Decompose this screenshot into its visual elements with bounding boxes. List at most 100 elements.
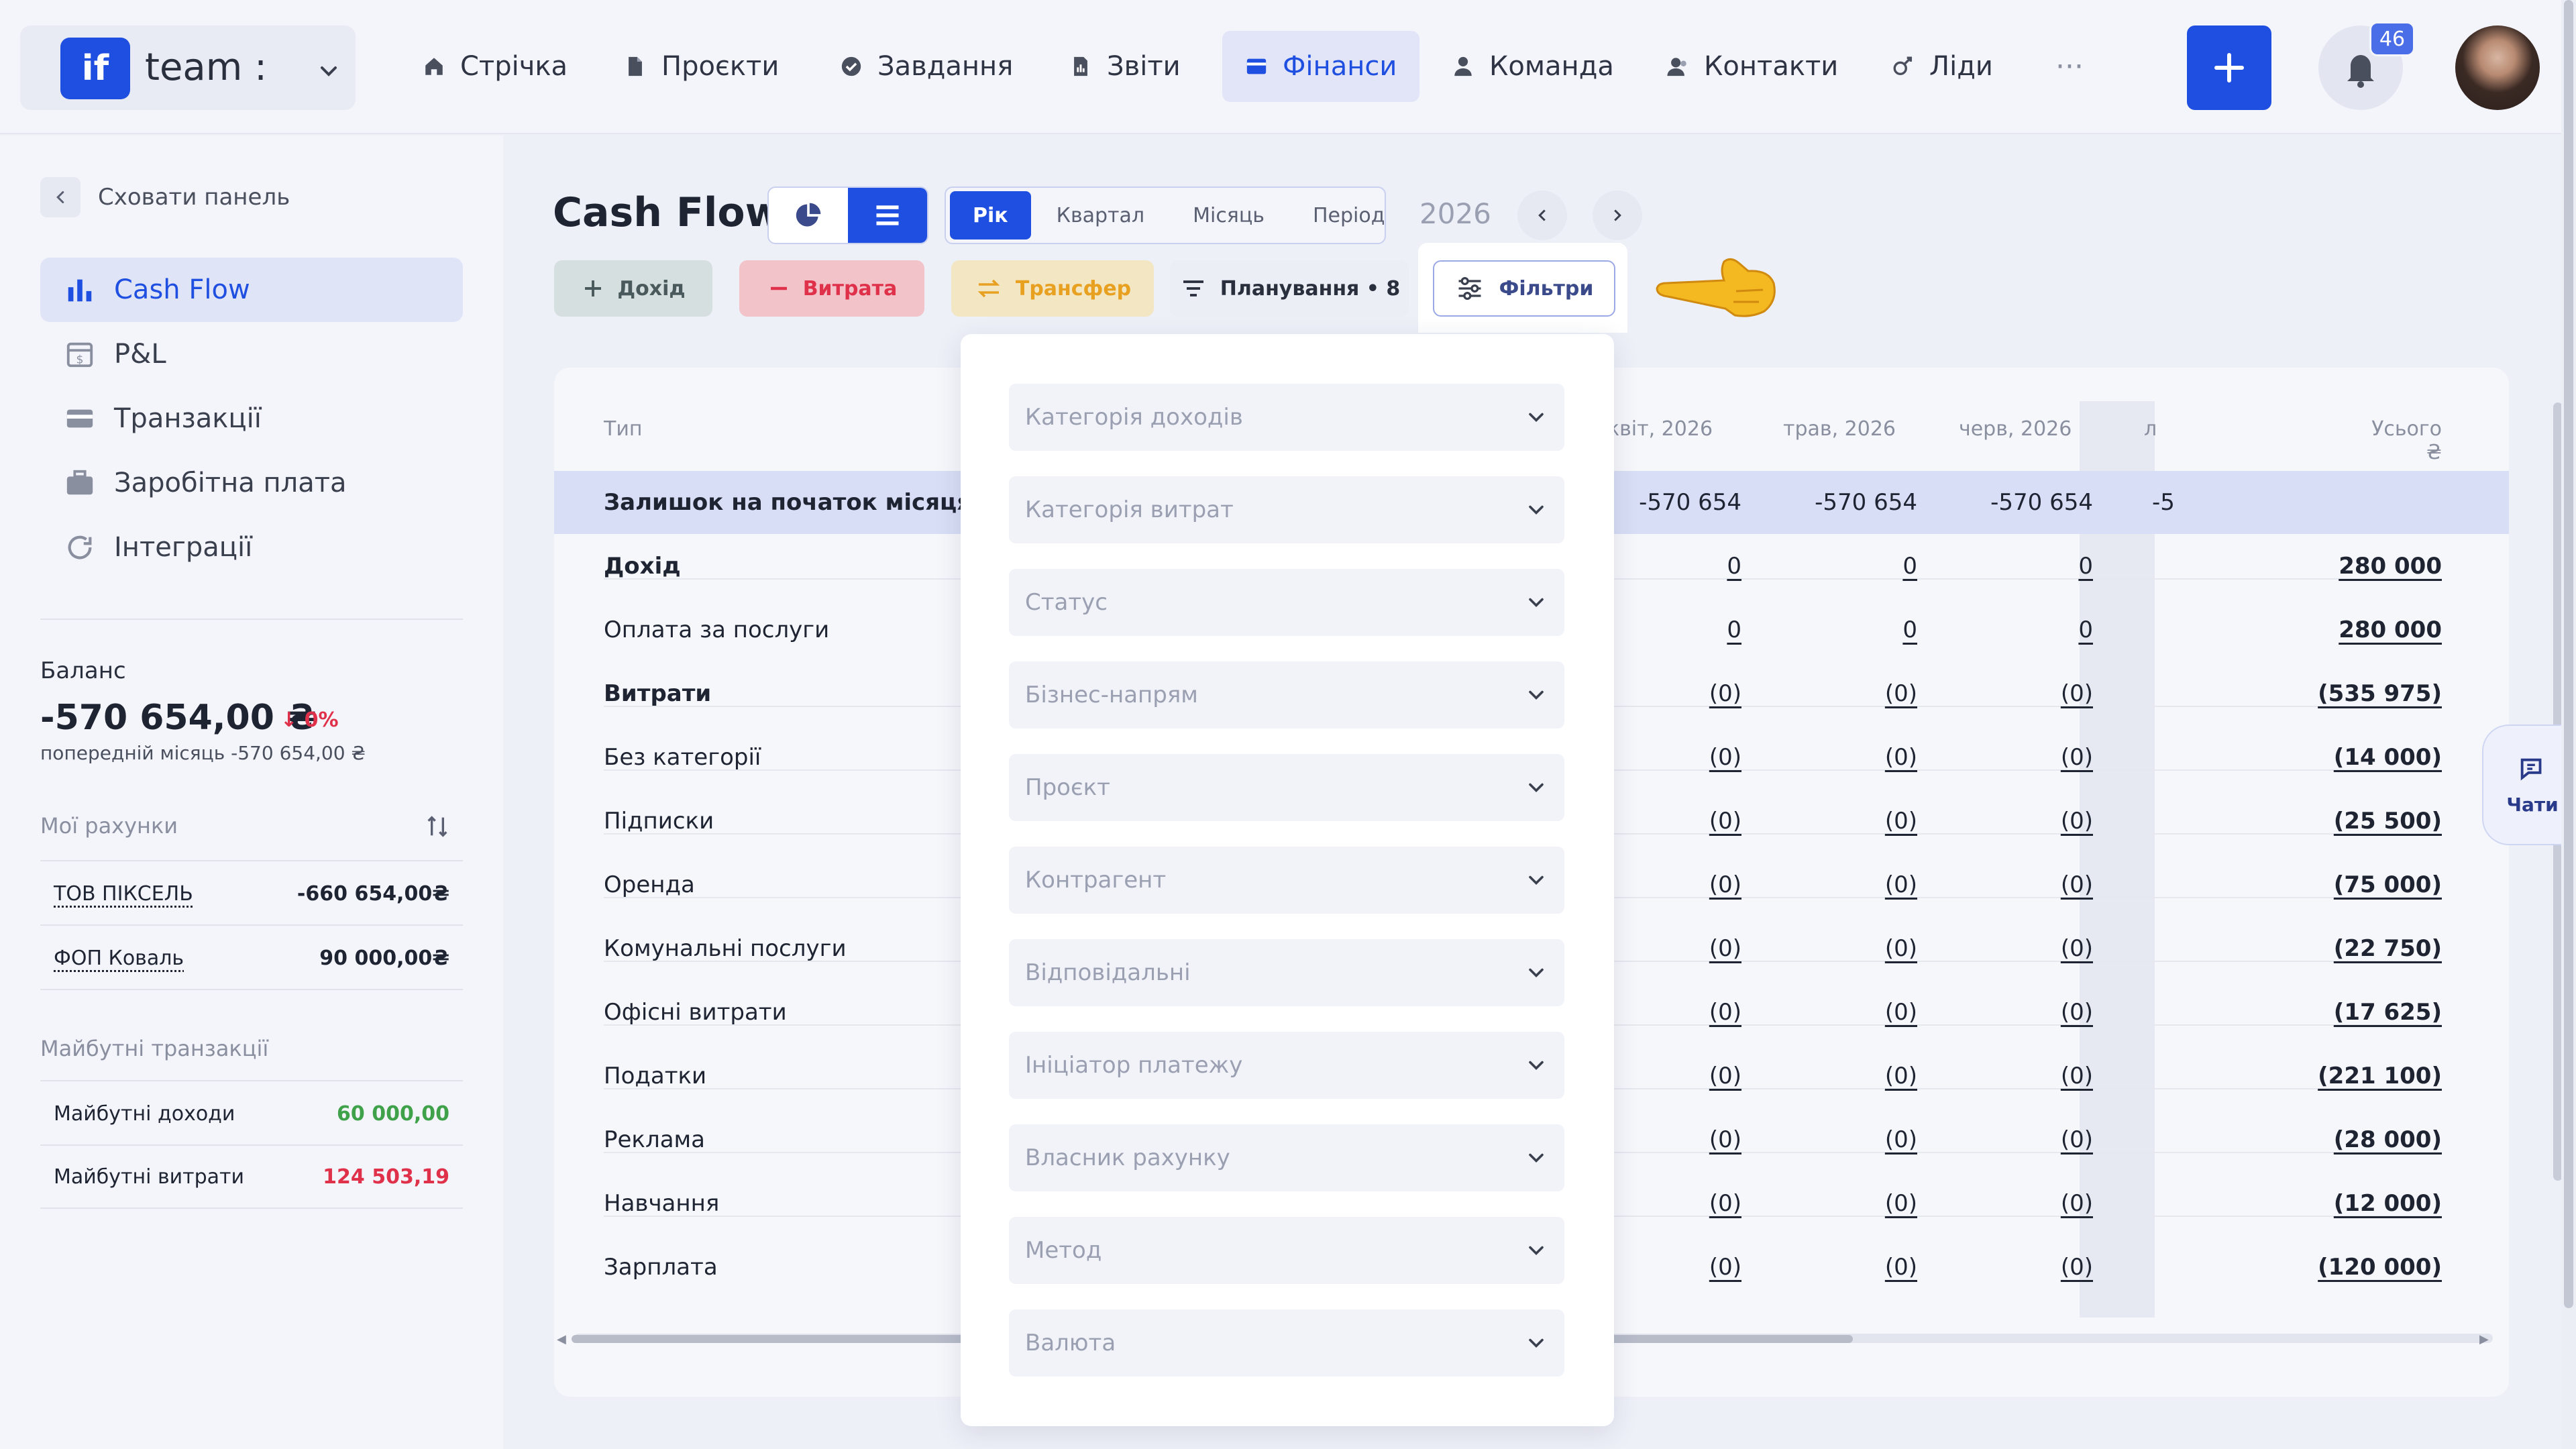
planning-button[interactable]: Планування • 8 — [1170, 260, 1409, 317]
period-year-button[interactable]: Рік — [950, 191, 1031, 239]
row-value[interactable]: (0) — [1783, 680, 1917, 707]
row-value[interactable]: (0) — [1959, 744, 2093, 771]
row-value[interactable]: 0 — [1607, 616, 1741, 643]
nav-item-projects[interactable]: Проєкти — [601, 31, 802, 102]
row-value[interactable]: (0) — [1607, 1254, 1741, 1281]
filter-select[interactable]: Власник рахунку — [1009, 1124, 1564, 1191]
row-total[interactable]: (28 000) — [2241, 1126, 2442, 1153]
filter-select[interactable]: Метод — [1009, 1217, 1564, 1284]
row-total[interactable]: (14 000) — [2241, 744, 2442, 771]
period-month-button[interactable]: Місяць — [1170, 191, 1287, 239]
add-income-button[interactable]: Дохід — [554, 260, 712, 317]
filter-select[interactable]: Статус — [1009, 569, 1564, 636]
row-value[interactable]: (0) — [1607, 999, 1741, 1026]
filter-select[interactable]: Проєкт — [1009, 754, 1564, 821]
filters-button[interactable]: Фільтри — [1433, 260, 1615, 317]
row-value[interactable]: (0) — [1959, 680, 2093, 707]
row-value[interactable]: (0) — [1607, 1063, 1741, 1089]
nav-item-team[interactable]: Команда — [1429, 31, 1637, 102]
previous-year-button[interactable] — [1517, 191, 1567, 240]
filter-select[interactable]: Ініціатор платежу — [1009, 1032, 1564, 1099]
row-value[interactable]: (0) — [1607, 1126, 1741, 1153]
row-value[interactable]: (0) — [1783, 1063, 1917, 1089]
nav-item-tasks[interactable]: Завдання — [817, 31, 1036, 102]
row-value[interactable]: (0) — [1783, 808, 1917, 835]
row-value[interactable]: (0) — [1959, 1190, 2093, 1217]
nav-item-finance[interactable]: Фінанси — [1222, 31, 1420, 102]
add-transfer-button[interactable]: Трансфер — [951, 260, 1154, 317]
scroll-right-icon[interactable]: ▶ — [2479, 1332, 2489, 1346]
contacts-icon — [1667, 58, 1686, 76]
row-value[interactable]: (0) — [1959, 935, 2093, 962]
table-view-button[interactable] — [848, 188, 927, 243]
row-value[interactable]: (0) — [1783, 1126, 1917, 1153]
user-avatar[interactable] — [2455, 25, 2540, 110]
row-total[interactable]: (17 625) — [2241, 999, 2442, 1026]
period-custom-button[interactable]: Період — [1290, 191, 1408, 239]
row-value[interactable]: (0) — [1783, 1190, 1917, 1217]
row-value[interactable]: (0) — [1783, 999, 1917, 1026]
nav-item-reports[interactable]: Звіти — [1046, 31, 1203, 102]
sidebar-item-transactions[interactable]: Транзакції — [40, 386, 463, 451]
account-row[interactable]: ФОП Коваль 90 000,00₴ — [40, 927, 463, 990]
row-value[interactable]: (0) — [1607, 744, 1741, 771]
row-total[interactable]: (12 000) — [2241, 1190, 2442, 1217]
row-value[interactable]: (0) — [1959, 1254, 2093, 1281]
page-scrollbar-thumb[interactable] — [2564, 0, 2573, 1308]
row-total[interactable]: (120 000) — [2241, 1254, 2442, 1281]
sidebar-item-integrations[interactable]: Інтеграції — [40, 515, 463, 580]
row-value[interactable]: 0 — [1607, 553, 1741, 580]
filter-select[interactable]: Категорія витрат — [1009, 476, 1564, 543]
row-value[interactable]: (0) — [1607, 935, 1741, 962]
create-new-button[interactable] — [2187, 25, 2271, 110]
row-value[interactable]: (0) — [1783, 744, 1917, 771]
row-value[interactable]: 0 — [1783, 616, 1917, 643]
period-quarter-button[interactable]: Квартал — [1034, 191, 1167, 239]
add-expense-button[interactable]: Витрата — [739, 260, 924, 317]
row-value[interactable]: (0) — [1783, 1254, 1917, 1281]
row-total[interactable]: (25 500) — [2241, 808, 2442, 835]
more-nav-button[interactable]: ··· — [2033, 31, 2106, 102]
filter-select[interactable]: Контрагент — [1009, 847, 1564, 914]
row-value[interactable]: (0) — [1959, 871, 2093, 898]
future-expense-row[interactable]: Майбутні витрати 124 503,19 — [40, 1146, 463, 1209]
nav-item-feed[interactable]: Стрічка — [400, 31, 590, 102]
row-value[interactable]: 0 — [1783, 553, 1917, 580]
row-value[interactable]: 0 — [1959, 553, 2093, 580]
chevron-right-icon — [1614, 209, 1621, 221]
row-total[interactable]: (75 000) — [2241, 871, 2442, 898]
row-value[interactable]: (0) — [1607, 1190, 1741, 1217]
sort-icon[interactable] — [424, 813, 451, 840]
next-year-button[interactable] — [1593, 191, 1642, 240]
hide-panel-button[interactable]: Сховати панель — [40, 177, 290, 217]
chart-view-button[interactable] — [769, 188, 848, 243]
row-total[interactable]: 280 000 — [2241, 553, 2442, 580]
row-value[interactable]: (0) — [1607, 871, 1741, 898]
row-value[interactable]: (0) — [1959, 999, 2093, 1026]
row-total[interactable]: (221 100) — [2241, 1063, 2442, 1089]
sidebar-item-cash-flow[interactable]: Cash Flow — [40, 258, 463, 322]
filter-select[interactable]: Відповідальні — [1009, 939, 1564, 1006]
row-value[interactable]: (0) — [1607, 808, 1741, 835]
sidebar-item-pnl[interactable]: $ P&L — [40, 322, 463, 386]
row-value[interactable]: (0) — [1783, 935, 1917, 962]
row-value[interactable]: (0) — [1959, 1126, 2093, 1153]
filter-select[interactable]: Валюта — [1009, 1309, 1564, 1377]
scroll-left-icon[interactable]: ◀ — [557, 1332, 566, 1346]
row-value[interactable]: (0) — [1959, 808, 2093, 835]
row-value[interactable]: (0) — [1783, 871, 1917, 898]
row-value[interactable]: (0) — [1959, 1063, 2093, 1089]
future-income-row[interactable]: Майбутні доходи 60 000,00 — [40, 1083, 463, 1146]
workspace-switcher[interactable]: if team : — [20, 25, 356, 110]
nav-item-leads[interactable]: Ліди — [1869, 31, 2016, 102]
row-total[interactable]: (535 975) — [2241, 680, 2442, 707]
row-value[interactable]: (0) — [1607, 680, 1741, 707]
nav-item-contacts[interactable]: Контакти — [1644, 31, 1861, 102]
row-total[interactable]: (22 750) — [2241, 935, 2442, 962]
filter-select[interactable]: Бізнес-напрям — [1009, 661, 1564, 729]
sidebar-item-payroll[interactable]: Заробітна плата — [40, 451, 463, 515]
filter-select[interactable]: Категорія доходів — [1009, 384, 1564, 451]
row-value[interactable]: 0 — [1959, 616, 2093, 643]
row-total[interactable]: 280 000 — [2241, 616, 2442, 643]
account-row[interactable]: ТОВ ПІКСЕЛЬ -660 654,00₴ — [40, 863, 463, 926]
